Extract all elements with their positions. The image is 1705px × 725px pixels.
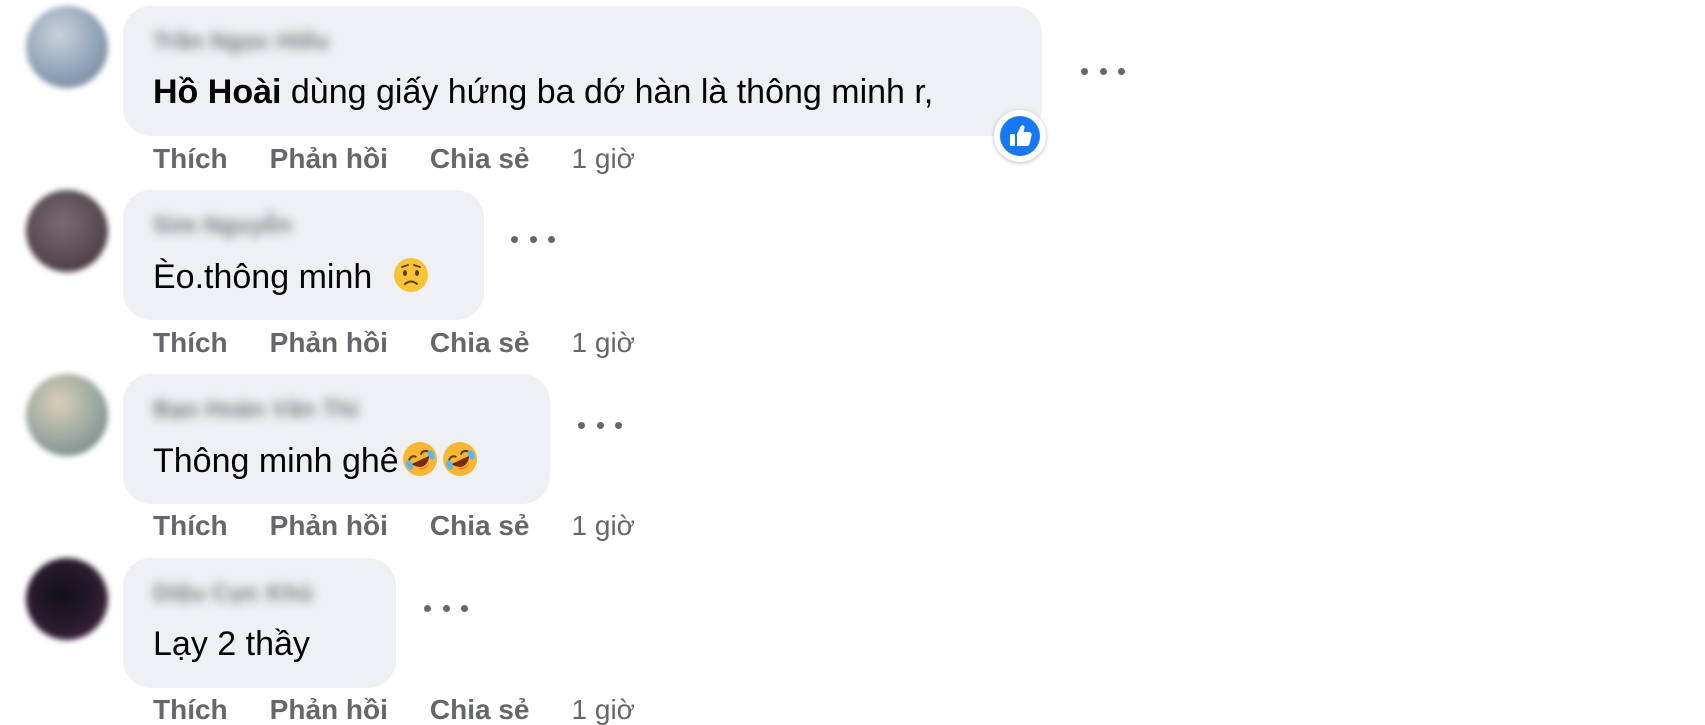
comment-text: Lạy 2 thầy [153, 624, 310, 664]
like-button[interactable]: Thích [153, 143, 228, 175]
reply-button[interactable]: Phản hồi [270, 327, 388, 359]
like-reaction-badge[interactable] [994, 110, 1046, 162]
comment-text: Èo.thông minh [153, 256, 430, 297]
like-button[interactable]: Thích [153, 510, 228, 542]
comment-body: Thông minh ghê [153, 442, 399, 480]
comment-author[interactable]: Trần Ngọc Hiếu [153, 28, 329, 56]
comment-body: Èo.thông minh [153, 258, 373, 296]
reply-button[interactable]: Phản hồi [270, 694, 388, 725]
comment-text: Thông minh ghê [153, 440, 479, 481]
rofl-face-icon [402, 442, 437, 476]
timestamp[interactable]: 1 giờ [572, 143, 636, 175]
comment-body: dùng giấy hứng ba dớ hàn là thông minh r… [281, 73, 934, 111]
timestamp[interactable]: 1 giờ [572, 510, 636, 542]
comment-2: Sim Nguyễn Èo.thông minh Thích Phản hồi … [0, 184, 1200, 358]
comment-3: Bạo Hoàn Văn Thi Thông minh ghê Thích Ph… [0, 368, 1200, 541]
rofl-face-icon [442, 442, 477, 476]
like-icon [1000, 116, 1040, 156]
share-button[interactable]: Chia sẻ [430, 694, 530, 725]
reply-button[interactable]: Phản hồi [270, 510, 388, 542]
like-button[interactable]: Thích [153, 327, 228, 359]
share-button[interactable]: Chia sẻ [430, 143, 530, 175]
reply-button[interactable]: Phản hồi [270, 143, 388, 175]
comment-bubble: Trần Ngọc Hiếu Hồ Hoài dùng giấy hứng ba… [123, 6, 1042, 136]
timestamp[interactable]: 1 giờ [572, 327, 636, 359]
comment-actions: Thích Phản hồi Chia sẻ 1 giờ [153, 143, 635, 175]
comment-1: Trần Ngọc Hiếu Hồ Hoài dùng giấy hứng ba… [0, 0, 1200, 174]
comment-body: Lạy 2 thầy [153, 625, 310, 663]
avatar[interactable] [26, 558, 108, 640]
like-button[interactable]: Thích [153, 694, 228, 725]
more-options-button[interactable] [424, 601, 468, 615]
comment-bubble: Sim Nguyễn Èo.thông minh [123, 190, 484, 320]
share-button[interactable]: Chia sẻ [430, 327, 530, 359]
more-options-button[interactable] [1081, 64, 1125, 78]
comment-bubble: Bạo Hoàn Văn Thi Thông minh ghê [123, 374, 550, 504]
avatar[interactable] [26, 6, 108, 88]
comment-author[interactable]: Sim Nguyễn [153, 212, 292, 240]
comment-author[interactable]: Bạo Hoàn Văn Thi [153, 396, 358, 424]
more-options-button[interactable] [511, 232, 555, 246]
share-button[interactable]: Chia sẻ [430, 510, 530, 542]
avatar[interactable] [26, 374, 108, 456]
more-options-button[interactable] [578, 418, 622, 432]
mention-tag[interactable]: Hồ Hoài [153, 73, 281, 111]
comment-author[interactable]: Diệu Cực Khủ [153, 580, 313, 608]
comment-bubble: Diệu Cực Khủ Lạy 2 thầy [123, 558, 396, 688]
avatar[interactable] [26, 190, 108, 272]
comment-actions: Thích Phản hồi Chia sẻ 1 giờ [153, 327, 635, 359]
comment-4: Diệu Cực Khủ Lạy 2 thầy Thích Phản hồi C… [0, 552, 1200, 725]
worried-face-icon [393, 258, 428, 292]
timestamp[interactable]: 1 giờ [572, 694, 636, 725]
comment-actions: Thích Phản hồi Chia sẻ 1 giờ [153, 510, 635, 542]
comment-actions: Thích Phản hồi Chia sẻ 1 giờ [153, 694, 635, 725]
comment-text: Hồ Hoài dùng giấy hứng ba dớ hàn là thôn… [153, 72, 933, 112]
